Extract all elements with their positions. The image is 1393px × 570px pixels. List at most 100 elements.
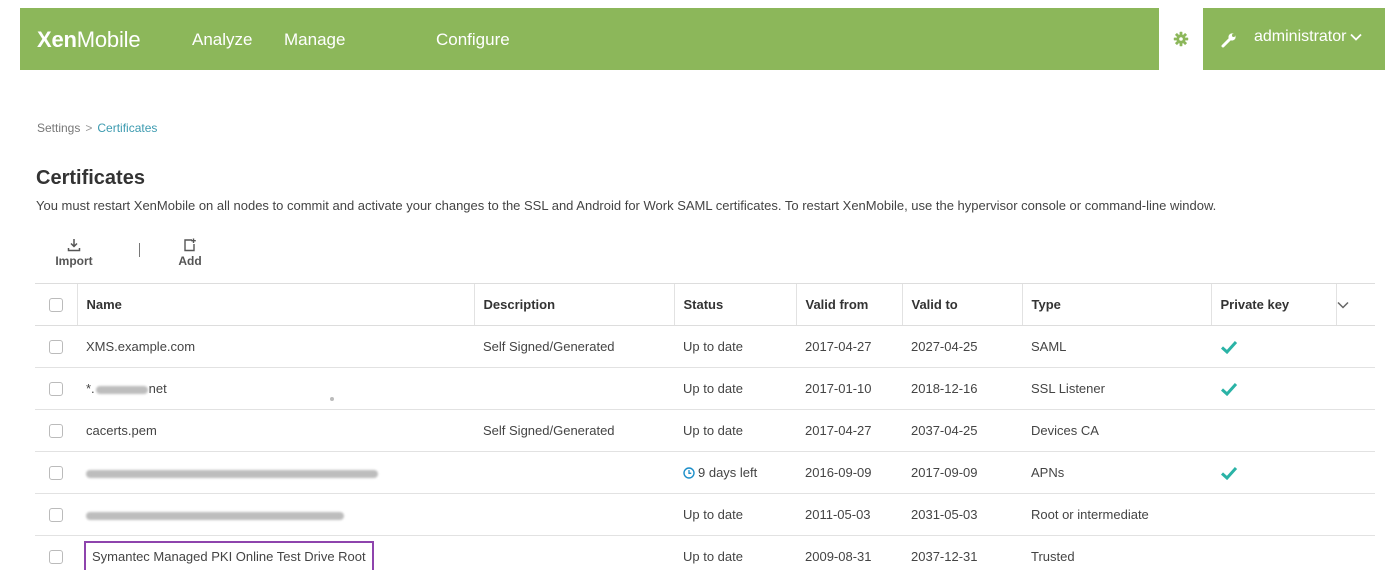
cell-status: 9 days left bbox=[674, 451, 796, 494]
cell-name bbox=[77, 493, 474, 536]
cell-valid-from: 2009-08-31 bbox=[796, 535, 902, 570]
column-header-type[interactable]: Type bbox=[1021, 283, 1211, 326]
cell-description bbox=[474, 535, 674, 570]
page-title: Certificates bbox=[36, 167, 145, 189]
cell-status: Up to date bbox=[674, 367, 796, 410]
cell-name: cacerts.pem bbox=[77, 409, 474, 452]
cell-description bbox=[474, 493, 674, 536]
wrench-icon bbox=[1221, 33, 1236, 48]
cell-spacer bbox=[1336, 535, 1375, 570]
cell-valid-from: 2011-05-03 bbox=[796, 493, 902, 536]
cell-private-key bbox=[1211, 367, 1336, 410]
highlighted-certificate-name[interactable]: Symantec Managed PKI Online Test Drive R… bbox=[84, 541, 374, 570]
table-row[interactable]: *. net Up to date 2017-01-10 2018-12-16 S… bbox=[35, 367, 1375, 410]
row-checkbox[interactable] bbox=[49, 466, 63, 481]
nav-configure[interactable]: Configure bbox=[436, 30, 510, 50]
redacted-mark bbox=[330, 397, 335, 401]
cell-status: Up to date bbox=[674, 325, 796, 368]
cell-private-key bbox=[1211, 535, 1336, 570]
row-checkbox[interactable] bbox=[49, 508, 63, 523]
toolbar-divider bbox=[139, 243, 140, 257]
cell-valid-to: 2017-09-09 bbox=[902, 451, 1022, 494]
row-select-cell bbox=[35, 451, 77, 494]
redacted-name-suffix: net bbox=[148, 381, 167, 396]
cell-type: SAML bbox=[1022, 325, 1211, 368]
column-header-status[interactable]: Status bbox=[673, 283, 796, 326]
column-header-private-key[interactable]: Private key bbox=[1210, 283, 1336, 326]
breadcrumb-certificates[interactable]: Certificates bbox=[97, 121, 157, 135]
row-select-cell bbox=[35, 325, 77, 368]
column-header-valid-from[interactable]: Valid from bbox=[795, 283, 902, 326]
cell-type: SSL Listener bbox=[1022, 367, 1211, 410]
column-options-button[interactable] bbox=[1335, 283, 1375, 326]
cell-valid-to: 2018-12-16 bbox=[902, 367, 1022, 410]
nav-analyze[interactable]: Analyze bbox=[192, 30, 252, 50]
cell-type: Trusted bbox=[1022, 535, 1211, 570]
add-certificate-icon bbox=[184, 238, 196, 252]
row-checkbox[interactable] bbox=[49, 340, 63, 355]
select-all-checkbox[interactable] bbox=[48, 298, 63, 313]
chevron-down-icon bbox=[1336, 301, 1349, 309]
row-select-cell bbox=[35, 535, 77, 570]
cell-valid-to: 2037-12-31 bbox=[902, 535, 1022, 570]
table-row[interactable]: XMS.example.com Self Signed/Generated Up… bbox=[35, 325, 1375, 368]
redacted-text bbox=[86, 469, 378, 478]
table-header-row: Name Description Status Valid from Valid… bbox=[35, 283, 1375, 326]
certificates-table: Name Description Status Valid from Valid… bbox=[35, 283, 1375, 570]
redacted-text bbox=[86, 511, 344, 520]
clock-icon bbox=[683, 467, 695, 479]
cell-spacer bbox=[1336, 409, 1375, 452]
nav-manage[interactable]: Manage bbox=[284, 30, 345, 50]
row-select-cell bbox=[35, 367, 77, 410]
settings-button[interactable] bbox=[1159, 8, 1203, 70]
cell-description bbox=[474, 367, 674, 410]
row-checkbox[interactable] bbox=[49, 382, 63, 397]
column-header-name[interactable]: Name bbox=[76, 283, 474, 326]
gear-icon bbox=[1173, 31, 1189, 47]
cell-type: Root or intermediate bbox=[1022, 493, 1211, 536]
top-nav-bar: XenMobile Analyze Manage Configure admin… bbox=[20, 8, 1385, 70]
redacted-name-prefix: *. bbox=[86, 381, 95, 396]
cell-description: Self Signed/Generated bbox=[474, 325, 674, 368]
cell-valid-to: 2037-04-25 bbox=[902, 409, 1022, 452]
cell-valid-from: 2017-04-27 bbox=[796, 325, 902, 368]
cell-status: Up to date bbox=[674, 535, 796, 570]
column-header-valid-to[interactable]: Valid to bbox=[901, 283, 1022, 326]
cell-private-key bbox=[1211, 493, 1336, 536]
cell-spacer bbox=[1336, 493, 1375, 536]
status-text: 9 days left bbox=[698, 465, 758, 480]
table-row[interactable]: 9 days left 2016-09-09 2017-09-09 APNs bbox=[35, 451, 1375, 494]
table-row[interactable]: cacerts.pem Self Signed/Generated Up to … bbox=[35, 409, 1375, 452]
cell-spacer bbox=[1336, 367, 1375, 410]
table-row[interactable]: Symantec Managed PKI Online Test Drive R… bbox=[35, 535, 1375, 570]
cell-private-key bbox=[1211, 325, 1336, 368]
cell-status: Up to date bbox=[674, 409, 796, 452]
cell-status: Up to date bbox=[674, 493, 796, 536]
add-button[interactable]: Add bbox=[170, 238, 210, 268]
column-header-description[interactable]: Description bbox=[473, 283, 674, 326]
row-checkbox[interactable] bbox=[49, 424, 63, 439]
cell-description bbox=[474, 451, 674, 494]
breadcrumb-separator: > bbox=[85, 121, 93, 135]
cell-valid-from: 2016-09-09 bbox=[796, 451, 902, 494]
user-menu[interactable]: administrator bbox=[1254, 28, 1363, 46]
cell-type: Devices CA bbox=[1022, 409, 1211, 452]
tools-button[interactable] bbox=[1219, 30, 1239, 50]
row-checkbox[interactable] bbox=[49, 550, 63, 565]
row-select-cell bbox=[35, 409, 77, 452]
table-row[interactable]: Up to date 2011-05-03 2031-05-03 Root or… bbox=[35, 493, 1375, 536]
cell-valid-to: 2031-05-03 bbox=[902, 493, 1022, 536]
redacted-text bbox=[95, 385, 148, 394]
cell-name bbox=[77, 451, 474, 494]
cell-valid-from: 2017-01-10 bbox=[796, 367, 902, 410]
restart-notice: You must restart XenMobile on all nodes … bbox=[36, 198, 1217, 213]
xenmobile-logo[interactable]: XenMobile bbox=[37, 27, 141, 53]
cell-spacer bbox=[1336, 451, 1375, 494]
import-button[interactable]: Import bbox=[52, 238, 96, 268]
breadcrumb-settings[interactable]: Settings bbox=[37, 121, 80, 135]
cell-valid-from: 2017-04-27 bbox=[796, 409, 902, 452]
select-all-cell bbox=[35, 283, 77, 326]
cell-spacer bbox=[1336, 325, 1375, 368]
cell-private-key bbox=[1211, 451, 1336, 494]
cell-name: *. net bbox=[77, 367, 474, 410]
